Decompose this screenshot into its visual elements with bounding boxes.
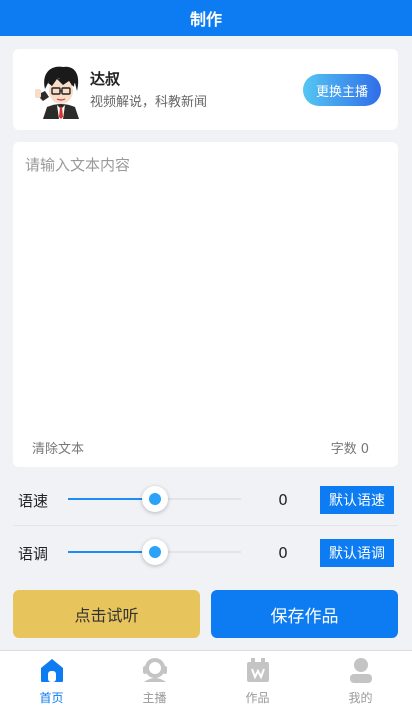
preview-listen-button[interactable]: 点击试听 <box>13 590 200 638</box>
word-count-label: 字数 <box>330 442 357 457</box>
tab-anchor[interactable]: 主播 <box>103 651 206 706</box>
tone-slider-thumb[interactable] <box>141 539 168 565</box>
text-content-input[interactable] <box>25 154 385 424</box>
anchor-card: 达叔 视频解说，科教新闻 更换主播 <box>13 49 398 130</box>
tone-label: 语调 <box>18 545 49 563</box>
speed-slider[interactable] <box>68 486 241 512</box>
home-icon <box>40 659 63 682</box>
word-count: 字数 0 <box>327 438 369 457</box>
bottom-tab-bar: 首页 主播 作品 我的 <box>0 650 412 706</box>
tab-profile-label: 我的 <box>348 691 373 705</box>
word-count-value: 0 <box>360 442 369 457</box>
speed-row: 语速 0 默认语速 <box>13 474 398 526</box>
anchor-avatar <box>35 66 79 119</box>
tab-anchor-label: 主播 <box>142 691 167 705</box>
speed-slider-thumb[interactable] <box>141 486 168 512</box>
tab-works-label: 作品 <box>245 691 270 705</box>
default-tone-button[interactable]: 默认语调 <box>320 539 394 567</box>
tab-profile[interactable]: 我的 <box>309 651 412 706</box>
default-speed-button[interactable]: 默认语速 <box>320 486 394 514</box>
speed-value: 0 <box>278 491 288 509</box>
tone-value: 0 <box>278 544 288 562</box>
tone-slider[interactable] <box>68 539 241 565</box>
top-bar: 制作 <box>0 0 412 36</box>
profile-icon <box>349 658 372 683</box>
speed-label: 语速 <box>18 492 49 510</box>
tone-row: 语调 0 默认语调 <box>13 527 398 579</box>
anchor-icon <box>142 658 167 682</box>
page-title: 制作 <box>189 10 222 29</box>
tab-home-label: 首页 <box>39 691 64 705</box>
save-work-button[interactable]: 保存作品 <box>211 590 398 638</box>
anchor-name: 达叔 <box>90 70 121 88</box>
works-icon <box>246 658 269 682</box>
clear-text-button[interactable]: 清除文本 <box>32 438 84 457</box>
switch-anchor-button[interactable]: 更换主播 <box>303 74 381 106</box>
tab-home[interactable]: 首页 <box>0 651 103 706</box>
tab-works[interactable]: 作品 <box>206 651 309 706</box>
anchor-description: 视频解说，科教新闻 <box>90 95 208 110</box>
text-editor-card: 清除文本 字数0 <box>13 142 398 467</box>
